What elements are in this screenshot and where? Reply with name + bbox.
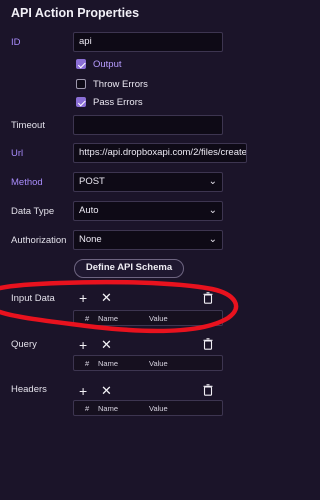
close-icon[interactable]: ✕ [101,338,112,352]
method-value: POST [79,176,105,187]
column-name: Name [98,404,119,413]
close-icon[interactable]: ✕ [101,291,112,305]
input-data-label: Input Data [11,293,55,304]
url-label: Url [11,148,24,159]
method-label: Method [11,177,43,188]
output-checkbox[interactable] [76,59,86,69]
pass-errors-label: Pass Errors [93,97,143,108]
column-value: Value [149,359,168,368]
throw-errors-label: Throw Errors [93,79,148,90]
query-table-header: # Name Value [73,355,223,371]
timeout-label: Timeout [11,120,45,131]
id-label: ID [11,37,21,48]
plus-icon[interactable]: + [79,384,87,398]
red-annotation-stroke [0,279,239,334]
url-field[interactable]: https://api.dropboxapi.com/2/files/creat… [73,143,247,163]
chevron-down-icon: ⌄ [208,176,217,187]
data-type-label: Data Type [11,206,55,217]
trash-icon[interactable] [203,338,213,350]
panel-title: API Action Properties [11,6,140,20]
data-type-select[interactable]: Auto ⌄ [73,201,223,221]
authorization-select[interactable]: None ⌄ [73,230,223,250]
column-name: Name [98,359,119,368]
plus-icon[interactable]: + [79,291,87,305]
timeout-field[interactable] [73,115,223,135]
chevron-down-icon: ⌄ [208,205,217,216]
plus-icon[interactable]: + [79,338,87,352]
throw-errors-checkbox[interactable] [76,79,86,89]
method-select[interactable]: POST ⌄ [73,172,223,192]
close-icon[interactable]: ✕ [101,384,112,398]
api-action-properties-panel: API Action Properties ID api Output Thro… [0,0,247,500]
trash-icon[interactable] [203,292,213,304]
headers-table-header: # Name Value [73,400,223,416]
column-index: # [85,359,90,368]
column-name: Name [98,314,119,323]
column-index: # [85,404,90,413]
input-data-table-header: # Name Value [73,310,223,326]
authorization-value: None [79,234,102,245]
chevron-down-icon: ⌄ [208,234,217,245]
headers-label: Headers [11,384,47,395]
pass-errors-checkbox[interactable] [76,97,86,107]
data-type-value: Auto [79,205,99,216]
output-label: Output [93,59,122,70]
column-index: # [85,314,90,323]
trash-icon[interactable] [203,384,213,396]
define-api-schema-button[interactable]: Define API Schema [74,259,184,278]
id-field[interactable]: api [73,32,223,52]
authorization-label: Authorization [11,235,67,246]
column-value: Value [149,404,168,413]
column-value: Value [149,314,168,323]
query-label: Query [11,339,37,350]
